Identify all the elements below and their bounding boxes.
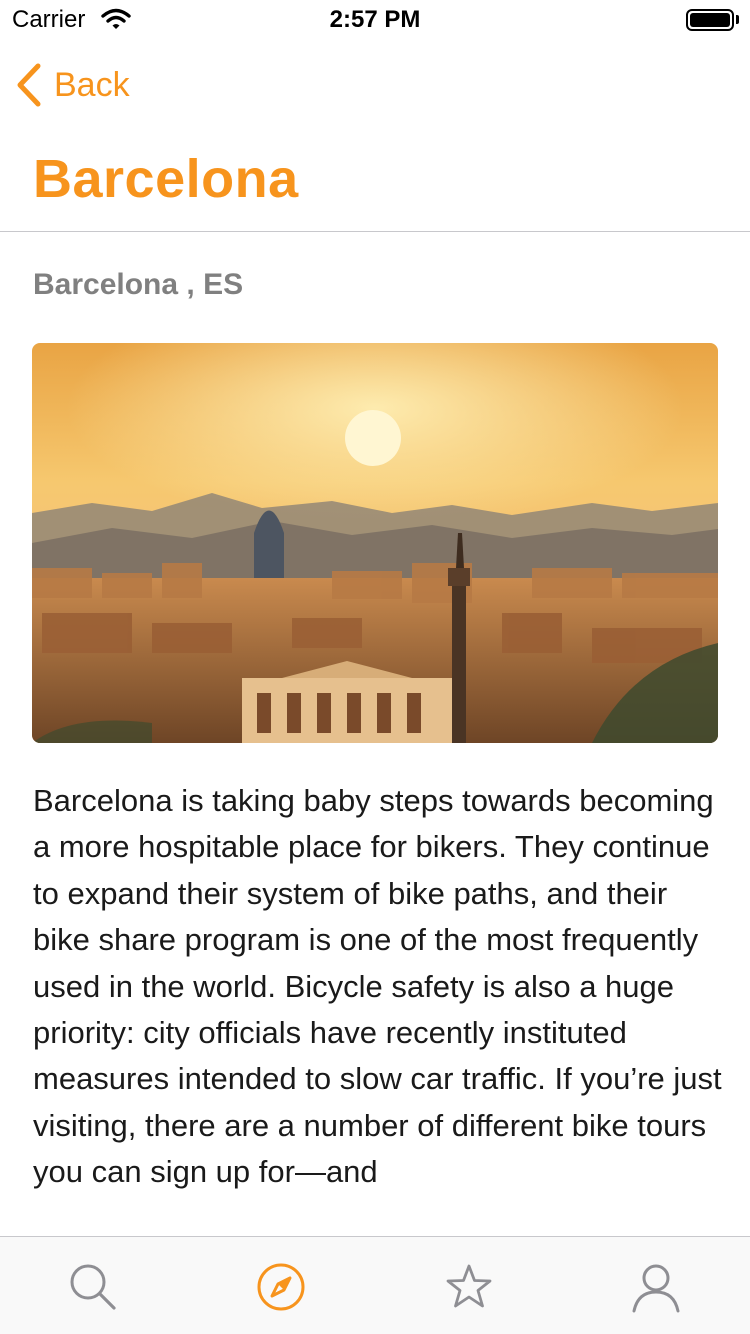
- tab-favorites[interactable]: [439, 1257, 499, 1317]
- compass-icon: [257, 1263, 305, 1311]
- tab-search[interactable]: [63, 1257, 123, 1317]
- back-button[interactable]: Back: [14, 62, 130, 108]
- status-time: 2:57 PM: [329, 6, 421, 33]
- status-bar: Carrier 2:57 PM: [0, 0, 750, 40]
- profile-icon: [632, 1264, 680, 1313]
- tab-profile[interactable]: [626, 1257, 686, 1317]
- back-label: Back: [54, 65, 130, 104]
- search-icon: [70, 1264, 116, 1310]
- battery-tip: [736, 15, 739, 24]
- city-description: Barcelona is taking baby steps towards b…: [33, 783, 722, 1190]
- chevron-left-icon: [17, 63, 41, 107]
- page-title: Barcelona: [33, 149, 299, 209]
- battery-icon: [686, 9, 734, 31]
- tab-bar: [0, 1236, 750, 1334]
- city-skyline-photo: [32, 343, 718, 743]
- star-icon: [446, 1264, 492, 1308]
- navigation-bar: Back Barcelona: [0, 40, 750, 232]
- tab-explore[interactable]: [251, 1257, 311, 1317]
- location-subtitle: Barcelona , ES: [33, 268, 244, 301]
